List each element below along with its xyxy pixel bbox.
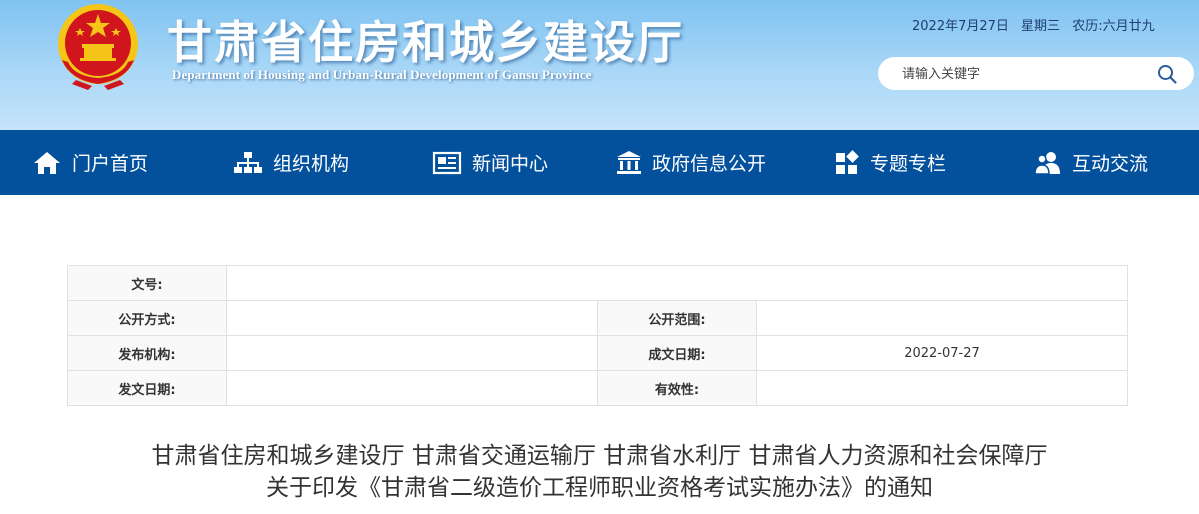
table-row: 发文日期: 有效性: — [67, 370, 1129, 406]
page: 甘肃省住房和城乡建设厅 Department of Housing and Ur… — [0, 0, 1199, 514]
issuer-label: 发布机构: — [67, 335, 227, 371]
search-box — [878, 57, 1194, 90]
disclosure-mode-label: 公开方式: — [67, 300, 227, 336]
doc-number-value — [225, 265, 1129, 301]
document-info-table: 文号: 公开方式: 公开范围: 发布机构: 成文日期: 2022-07-27 发… — [67, 265, 1129, 406]
main-nav: 门户首页 组织机构 新闻中心 政府信息公开 专题专栏 互动交流 — [0, 130, 1199, 195]
doc-number-label: 文号: — [67, 265, 227, 301]
search-input[interactable] — [902, 64, 1152, 84]
document-title-line2: 关于印发《甘肃省二级造价工程师职业资格考试实施办法》的通知 — [266, 475, 933, 501]
site-title-english: Department of Housing and Urban-Rural De… — [172, 67, 592, 82]
users-icon — [1034, 151, 1060, 175]
national-emblem-icon — [58, 4, 138, 90]
disclosure-scope-value — [755, 300, 1129, 336]
document-title: 甘肃省住房和城乡建设厅 甘肃省交通运输厅 甘肃省水利厅 甘肃省人力资源和社会保障… — [0, 440, 1199, 504]
document-title-line1: 甘肃省住房和城乡建设厅 甘肃省交通运输厅 甘肃省水利厅 甘肃省人力资源和社会保障… — [151, 443, 1048, 469]
date-info: 2022年7月27日 星期三 农历:六月廿九 — [912, 15, 1163, 34]
nav-item-interaction[interactable]: 互动交流 — [1034, 130, 1148, 195]
news-icon — [432, 151, 462, 174]
created-date-label: 成文日期: — [597, 335, 757, 371]
nav-item-label: 专题专栏 — [870, 153, 947, 175]
search-icon[interactable] — [1156, 63, 1178, 85]
table-row: 发布机构: 成文日期: 2022-07-27 — [67, 335, 1129, 371]
validity-value — [755, 370, 1129, 406]
nav-item-news[interactable]: 新闻中心 — [432, 130, 548, 195]
nav-item-label: 组织机构 — [273, 153, 350, 175]
disclosure-scope-label: 公开范围: — [597, 300, 757, 336]
nav-item-label: 新闻中心 — [472, 153, 549, 175]
site-header: 甘肃省住房和城乡建设厅 Department of Housing and Ur… — [0, 0, 1199, 130]
nav-item-special-topics[interactable]: 专题专栏 — [834, 130, 946, 195]
issue-date-value — [226, 370, 598, 406]
nav-item-label: 互动交流 — [1072, 153, 1149, 175]
site-title: 甘肃省住房和城乡建设厅 — [167, 16, 685, 69]
table-row: 文号: — [67, 265, 1129, 301]
current-date: 2022年7月27日 — [912, 19, 1009, 34]
government-building-icon — [617, 150, 641, 174]
disclosure-mode-value — [226, 300, 598, 336]
nav-item-label: 门户首页 — [72, 153, 149, 175]
current-weekday: 星期三 — [1021, 19, 1061, 34]
nav-item-gov-info[interactable]: 政府信息公开 — [616, 130, 766, 195]
nav-item-organization[interactable]: 组织机构 — [233, 130, 349, 195]
grid-icon — [836, 149, 859, 174]
issuer-value — [226, 335, 598, 371]
table-row: 公开方式: 公开范围: — [67, 300, 1129, 336]
nav-item-label: 政府信息公开 — [652, 153, 767, 175]
nav-item-home[interactable]: 门户首页 — [32, 130, 148, 195]
home-icon — [34, 151, 60, 174]
lunar-date: 农历:六月廿九 — [1072, 19, 1155, 34]
created-date-value: 2022-07-27 — [755, 335, 1129, 371]
validity-label: 有效性: — [597, 370, 757, 406]
org-chart-icon — [234, 151, 262, 173]
issue-date-label: 发文日期: — [67, 370, 227, 406]
